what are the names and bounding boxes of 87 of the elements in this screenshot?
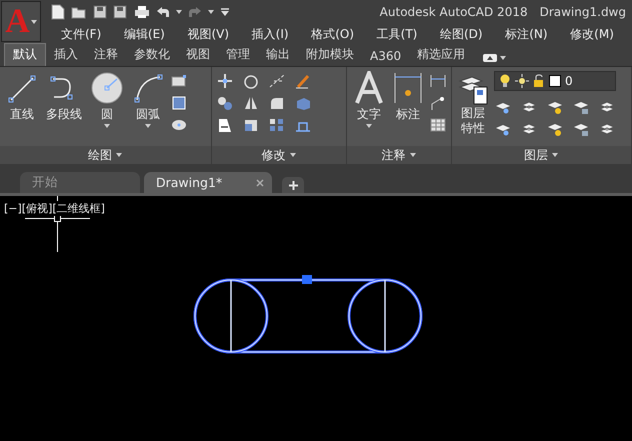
panel-title-bar[interactable]: 修改: [212, 146, 346, 164]
mirror-icon[interactable]: [242, 95, 260, 111]
caret-icon[interactable]: [145, 124, 151, 128]
hatch-icon[interactable]: [170, 95, 188, 111]
new-file-icon[interactable]: [51, 4, 65, 20]
caret-icon: [30, 20, 37, 24]
ribbon-tab[interactable]: 输出: [258, 44, 298, 66]
ribbon-tool[interactable]: 文字: [351, 71, 387, 146]
bulb-icon: [499, 74, 511, 88]
ribbon-tool[interactable]: 图层特性: [456, 71, 490, 146]
tool-label: 直线: [10, 106, 34, 123]
caret-icon[interactable]: [104, 124, 110, 128]
menu-item[interactable]: 视图(V): [183, 24, 234, 44]
caret-icon: [500, 56, 506, 60]
text-icon[interactable]: [353, 71, 385, 105]
menu-item[interactable]: 格式(O): [307, 24, 358, 44]
move-icon[interactable]: [216, 73, 234, 89]
caret-icon: [290, 153, 296, 157]
fillet-icon[interactable]: [268, 95, 286, 111]
ribbon-tool[interactable]: 圆弧: [130, 71, 166, 146]
table-icon[interactable]: [429, 117, 447, 133]
undo-icon[interactable]: [156, 6, 170, 18]
leader-icon[interactable]: [429, 95, 447, 111]
redo-icon[interactable]: [188, 6, 202, 18]
document-tab[interactable]: Drawing1*: [144, 172, 272, 193]
ribbon-tool[interactable]: 直线: [4, 71, 40, 146]
ribbon-tab[interactable]: 参数化: [126, 44, 178, 66]
array-icon[interactable]: [268, 117, 286, 133]
caret-icon: [116, 153, 123, 157]
menu-item[interactable]: 标注(N): [501, 24, 552, 44]
caret-icon: [410, 153, 416, 157]
tool-label: 圆: [101, 106, 113, 123]
save-as-icon[interactable]: [113, 4, 128, 18]
tool-label: 标注: [396, 106, 420, 123]
copy-icon[interactable]: [216, 95, 234, 111]
lock-icon: [533, 74, 545, 88]
ellipse-icon[interactable]: [170, 117, 188, 133]
dimension-icon[interactable]: [393, 71, 423, 105]
layer-dropdown[interactable]: 0: [494, 71, 616, 91]
caret-icon[interactable]: [208, 10, 214, 14]
grip-handle[interactable]: [302, 275, 312, 284]
ribbon-tool[interactable]: 圆: [88, 71, 126, 146]
sun-icon: [515, 74, 529, 88]
tool-label: 文字: [357, 106, 381, 123]
panel-title-bar[interactable]: 注释: [347, 146, 451, 164]
panel-toggle-icon[interactable]: [483, 54, 498, 62]
menu-item[interactable]: 插入(I): [248, 24, 293, 44]
menu-item[interactable]: 工具(T): [372, 24, 422, 44]
viewport-controls[interactable]: [−][俯视][二维线框]: [3, 201, 106, 216]
tool-label: 圆弧: [136, 106, 160, 123]
ribbon-tool[interactable]: 标注: [391, 71, 425, 146]
ribbon-tab[interactable]: A360: [362, 47, 410, 66]
tool-label: 多段线: [46, 106, 82, 123]
rectangle-icon[interactable]: [170, 73, 188, 89]
trim-icon[interactable]: [268, 73, 286, 89]
caret-icon[interactable]: [366, 124, 372, 128]
ribbon-tab[interactable]: 管理: [218, 44, 258, 66]
ribbon-tab[interactable]: 附加模块: [298, 44, 362, 66]
caret-icon[interactable]: [176, 10, 182, 14]
scale-icon[interactable]: [242, 117, 260, 133]
tool-label: 图层特性: [460, 106, 486, 136]
ribbon-tool[interactable]: 多段线: [44, 71, 84, 146]
folder-icon[interactable]: [71, 4, 87, 18]
panel-title-bar[interactable]: 绘图: [0, 146, 211, 164]
ribbon-tab[interactable]: 插入: [46, 44, 86, 66]
new-tab-button[interactable]: [282, 177, 304, 193]
linear-dimension-icon[interactable]: [429, 73, 447, 89]
ribbon-tab[interactable]: 视图: [178, 44, 218, 66]
close-icon[interactable]: [256, 178, 264, 186]
ribbon-tab[interactable]: 默认: [4, 43, 46, 66]
menu-item[interactable]: 修改(M): [566, 24, 618, 44]
save-icon[interactable]: [93, 4, 107, 18]
ribbon-tab[interactable]: 精选应用: [409, 44, 474, 66]
caret-icon: [552, 153, 559, 157]
ribbon-tab[interactable]: 注释: [86, 44, 126, 66]
panel-title-bar[interactable]: 图层: [452, 146, 631, 164]
plus-icon: [288, 180, 298, 190]
file-name: Drawing1.dwg: [540, 4, 626, 18]
circle-icon[interactable]: [90, 71, 124, 105]
printer-icon[interactable]: [134, 4, 150, 18]
menu-item[interactable]: 文件(F): [57, 24, 106, 44]
erase-icon[interactable]: [294, 73, 312, 89]
menu-item[interactable]: 绘图(D): [436, 24, 487, 44]
window-title: Autodesk AutoCAD 2018: [380, 4, 528, 18]
menu-item[interactable]: 编辑(E): [120, 24, 169, 44]
customize-menu-icon[interactable]: [220, 8, 230, 16]
color-swatch: [549, 75, 561, 87]
